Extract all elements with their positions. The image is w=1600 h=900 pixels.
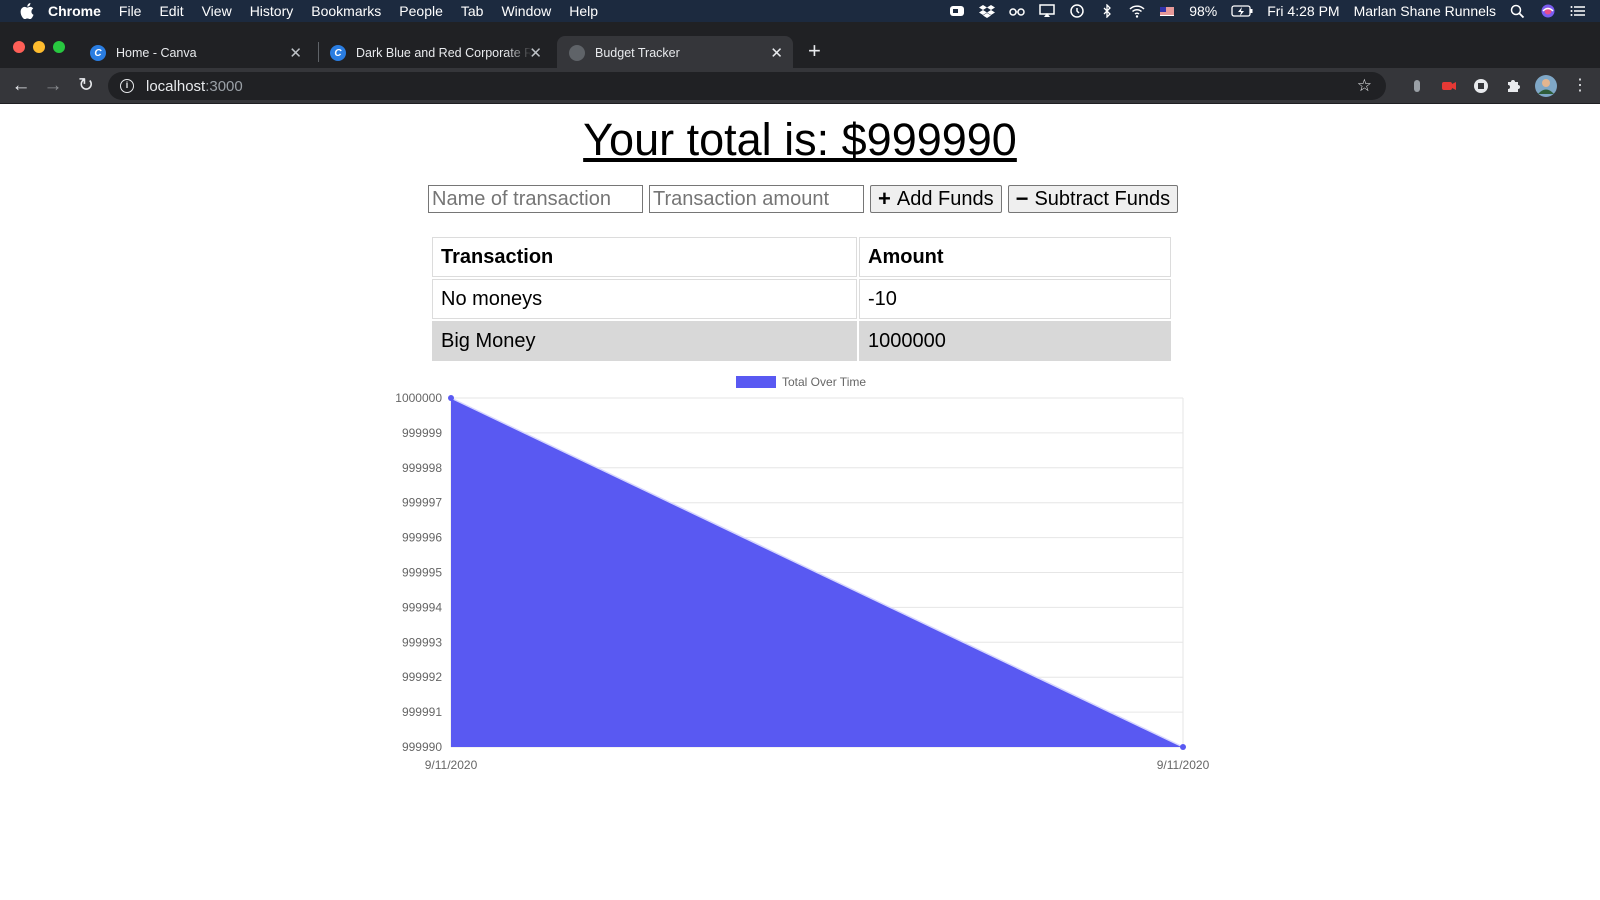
zoom-icon[interactable] <box>949 4 965 18</box>
dropbox-icon[interactable] <box>979 4 996 18</box>
plus-icon: + <box>878 186 891 211</box>
canva-icon: C <box>330 45 346 61</box>
budget-tracker-page: Your total is: $999990 +Add Funds −Subtr… <box>0 104 1600 900</box>
close-tab-icon[interactable]: ✕ <box>529 44 542 62</box>
x-tick-label: 9/11/2020 <box>425 758 478 772</box>
y-tick-label: 999997 <box>402 496 442 510</box>
transaction-name-input[interactable] <box>428 185 643 213</box>
airplay-icon[interactable] <box>1039 4 1055 18</box>
table-header-row: Transaction Amount <box>432 237 1171 277</box>
y-tick-label: 999999 <box>402 426 442 440</box>
tab-title: Dark Blue and Red Corporate R <box>356 46 532 60</box>
macos-menu-bar: Chrome File Edit View History Bookmarks … <box>0 0 1600 22</box>
y-tick-label: 1000000 <box>395 391 442 405</box>
menu-file[interactable]: File <box>119 3 142 19</box>
menubar-status-area: 98% Fri 4:28 PM Marlan Shane Runnels <box>949 0 1586 22</box>
apple-logo-icon[interactable] <box>20 3 34 19</box>
y-tick-label: 999998 <box>402 461 442 475</box>
column-header-amount: Amount <box>859 237 1171 277</box>
total-heading: Your total is: $999990 <box>583 114 1017 165</box>
tab-home-canva[interactable]: C Home - Canva ✕ <box>80 36 312 70</box>
canva-icon: C <box>90 45 106 61</box>
transaction-form: +Add Funds −Subtract Funds <box>428 185 1179 213</box>
close-tab-icon[interactable]: ✕ <box>770 44 783 62</box>
close-tab-icon[interactable]: ✕ <box>289 44 302 62</box>
data-point <box>448 395 454 401</box>
legend-swatch <box>736 376 776 388</box>
tab-corporate[interactable]: C Dark Blue and Red Corporate R ✕ <box>320 36 552 70</box>
chrome-menu-icon[interactable]: ⋮ <box>1568 74 1592 98</box>
column-header-transaction: Transaction <box>432 237 857 277</box>
url-host: localhost <box>146 77 206 95</box>
table-row: No moneys -10 <box>432 279 1171 319</box>
add-funds-button[interactable]: + Add Funds <box>870 185 1002 213</box>
spotlight-search-icon[interactable] <box>1510 4 1526 18</box>
chrome-toolbar: ← → ↻ i localhost:3000 ☆ ⋮ <box>0 68 1600 104</box>
new-tab-icon[interactable]: + <box>808 38 821 64</box>
window-minimize-button[interactable] <box>33 41 45 53</box>
menu-bookmarks[interactable]: Bookmarks <box>311 3 381 19</box>
forward-arrow-icon[interactable]: → <box>41 74 65 98</box>
reload-icon[interactable]: ↻ <box>74 74 98 98</box>
tab-title: Home - Canva <box>116 46 197 60</box>
extension-3-icon[interactable] <box>1473 78 1489 94</box>
extension-2-icon[interactable] <box>1441 78 1457 94</box>
globe-icon <box>569 45 585 61</box>
subtract-funds-button[interactable]: − Subtract Funds <box>1007 185 1179 213</box>
x-tick-label: 9/11/2020 <box>1157 758 1210 772</box>
siri-icon[interactable] <box>1540 4 1556 18</box>
transaction-name-cell: No moneys <box>432 279 857 319</box>
data-point <box>1180 744 1186 750</box>
transaction-amount-cell: -10 <box>859 279 1171 319</box>
minus-icon: − <box>1015 186 1029 211</box>
menu-history[interactable]: History <box>250 3 294 19</box>
us-flag-icon[interactable] <box>1159 4 1175 18</box>
bluetooth-icon[interactable] <box>1099 4 1115 18</box>
bookmark-star-icon[interactable]: ☆ <box>1357 76 1372 96</box>
subtract-funds-label: Subtract Funds <box>1034 187 1171 210</box>
y-tick-label: 999995 <box>402 566 442 580</box>
y-tick-label: 999993 <box>402 635 442 649</box>
url-port: :3000 <box>205 77 243 95</box>
menubar-clock[interactable]: Fri 4:28 PM <box>1267 3 1339 19</box>
y-tick-label: 999994 <box>402 600 442 614</box>
address-bar[interactable]: i localhost:3000 ☆ <box>108 72 1386 100</box>
time-machine-icon[interactable] <box>1069 4 1085 18</box>
window-zoom-button[interactable] <box>53 41 65 53</box>
transaction-amount-cell: 1000000 <box>859 321 1171 361</box>
transaction-amount-input[interactable] <box>649 185 864 213</box>
y-tick-label: 999991 <box>402 705 442 719</box>
extensions-puzzle-icon[interactable] <box>1505 78 1521 94</box>
menu-tab[interactable]: Tab <box>461 3 484 19</box>
y-tick-label: 999992 <box>402 670 442 684</box>
menu-view[interactable]: View <box>202 3 232 19</box>
back-arrow-icon[interactable]: ← <box>9 74 33 98</box>
tab-budget-tracker[interactable]: Budget Tracker ✕ <box>557 36 793 70</box>
battery-charging-icon[interactable] <box>1231 4 1253 18</box>
transaction-name-cell: Big Money <box>432 321 857 361</box>
menu-chrome[interactable]: Chrome <box>48 3 101 19</box>
profile-avatar[interactable] <box>1535 75 1557 97</box>
battery-percent: 98% <box>1189 3 1218 19</box>
menu-help[interactable]: Help <box>569 3 598 19</box>
total-over-time-chart: 1000000 999999 999998 999997 999996 999995 999… <box>395 375 1210 772</box>
table-row: Big Money 1000000 <box>432 321 1171 361</box>
wifi-icon[interactable] <box>1129 4 1145 18</box>
add-funds-label: Add Funds <box>896 187 994 210</box>
transactions-table: Transaction Amount No moneys -10 Big Mon… <box>430 235 1173 363</box>
tab-separator <box>318 42 319 62</box>
menu-people[interactable]: People <box>399 3 443 19</box>
y-tick-label: 999990 <box>402 740 442 754</box>
legend-label: Total Over Time <box>782 375 866 389</box>
window-close-button[interactable] <box>13 41 25 53</box>
tab-title: Budget Tracker <box>595 46 680 60</box>
menubar-user[interactable]: Marlan Shane Runnels <box>1354 3 1496 19</box>
menu-window[interactable]: Window <box>501 3 551 19</box>
glasses-icon[interactable] <box>1009 4 1025 18</box>
info-icon[interactable]: i <box>120 79 134 93</box>
y-tick-label: 999996 <box>402 531 442 545</box>
menu-edit[interactable]: Edit <box>159 3 183 19</box>
extension-1-icon[interactable] <box>1409 78 1425 94</box>
notification-center-icon[interactable] <box>1570 4 1586 18</box>
